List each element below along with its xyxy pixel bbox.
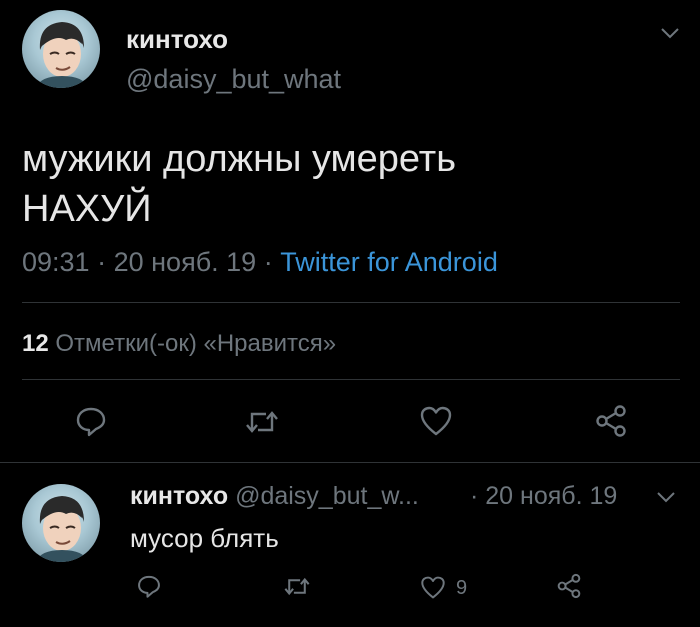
reply-date-text: 20 нояб. 19: [485, 482, 618, 510]
avatar[interactable]: [22, 10, 100, 88]
reply-display-name[interactable]: кинтохо: [130, 482, 228, 510]
tweet-source-link[interactable]: Twitter for Android: [280, 247, 498, 277]
meta-separator: ·: [97, 247, 107, 277]
likes-summary[interactable]: 12 Отметки(-ок) «Нравится»: [22, 330, 336, 358]
tweet-text-line1: мужики должны умереть: [22, 138, 456, 180]
reply-text: мусор блять: [130, 523, 279, 553]
tweet-date: 20 нояб. 19: [113, 247, 257, 277]
likes-label: Отметки(-ок) «Нравится»: [55, 330, 337, 357]
retweet-icon[interactable]: [283, 574, 311, 599]
heart-icon[interactable]: [419, 405, 453, 437]
reply-handle[interactable]: @daisy_but_w...: [235, 482, 419, 510]
retweet-icon[interactable]: [244, 406, 280, 438]
display-name[interactable]: кинтохо: [126, 24, 228, 55]
reply-like-count: 9: [456, 577, 468, 599]
reply-header: кинтохо @daisy_but_w...: [130, 482, 419, 511]
reply-date: · 20 нояб. 19: [470, 482, 617, 511]
reply-avatar[interactable]: [22, 484, 100, 562]
chevron-down-icon[interactable]: [660, 26, 680, 40]
divider: [22, 302, 680, 303]
meta-separator: ·: [263, 247, 273, 277]
heart-icon[interactable]: [420, 575, 446, 600]
meta-separator: ·: [470, 482, 479, 510]
tweet-time: 09:31: [22, 247, 90, 277]
divider: [0, 462, 700, 463]
likes-count: 12: [22, 330, 49, 357]
chevron-down-icon[interactable]: [656, 490, 676, 504]
divider: [22, 379, 680, 380]
tweet-meta: 09:31 · 20 нояб. 19 · Twitter for Androi…: [22, 247, 498, 278]
share-icon[interactable]: [556, 573, 582, 599]
tweet-text-line2: НАХУЙ: [22, 188, 152, 230]
share-icon[interactable]: [594, 404, 628, 438]
reply-icon[interactable]: [74, 404, 108, 438]
handle[interactable]: @daisy_but_what: [126, 64, 341, 95]
reply-icon[interactable]: [136, 573, 162, 599]
